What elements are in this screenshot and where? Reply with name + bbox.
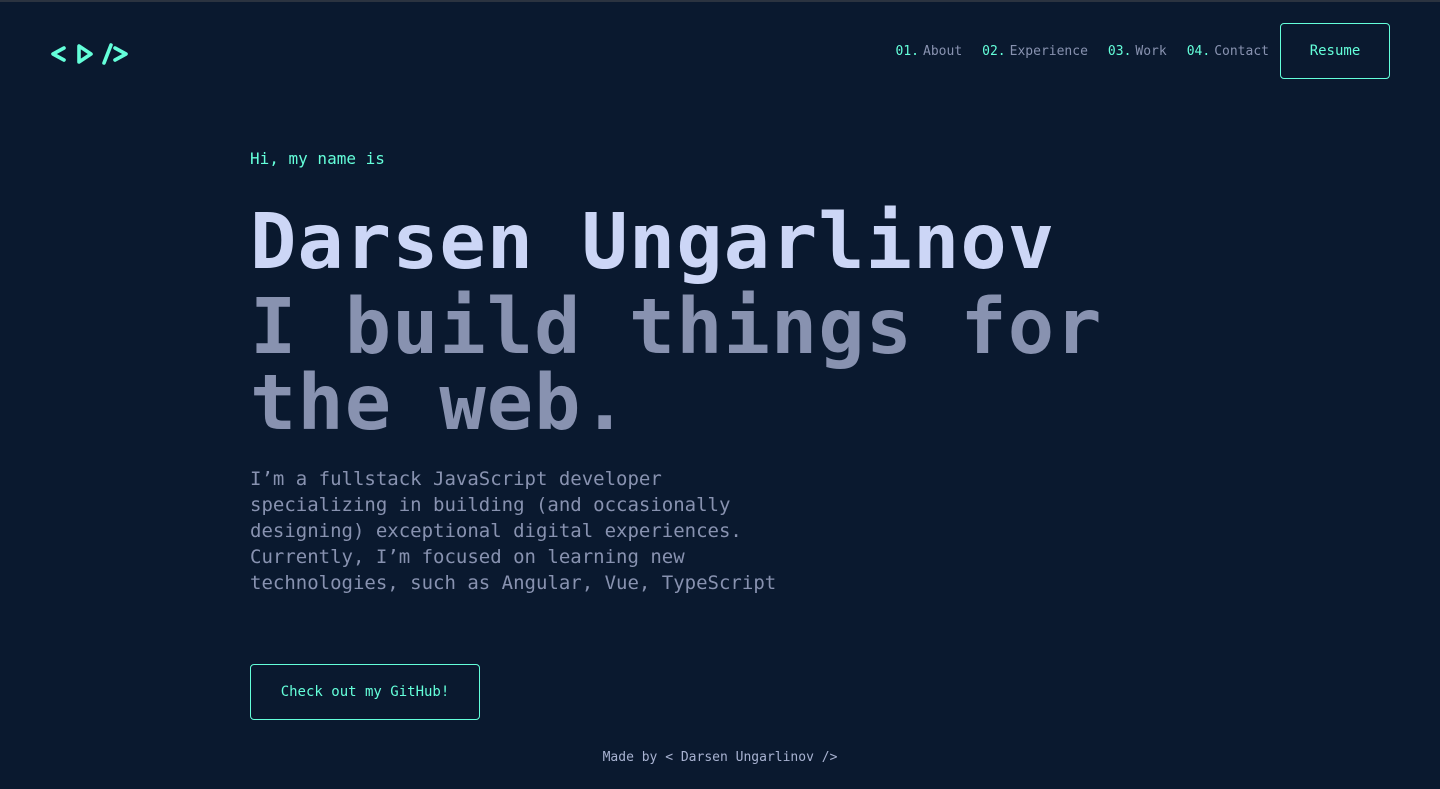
nav-link-experience[interactable]: 02. Experience xyxy=(982,44,1088,59)
resume-button[interactable]: Resume xyxy=(1280,23,1390,79)
nav-label: About xyxy=(923,43,963,59)
code-brackets-logo-icon xyxy=(51,43,128,65)
nav-label: Work xyxy=(1135,43,1167,59)
hero-section: Hi, my name is Darsen Ungarlinov I build… xyxy=(250,148,1210,596)
hero-greeting: Hi, my name is xyxy=(250,149,385,168)
window-top-border xyxy=(0,0,1440,2)
nav-link-about[interactable]: 01. About xyxy=(896,44,963,59)
nav-label: Experience xyxy=(1009,43,1088,59)
github-button[interactable]: Check out my GitHub! xyxy=(250,664,480,720)
hero-name: Darsen Ungarlinov xyxy=(250,198,1056,287)
nav-link-contact[interactable]: 04. Contact xyxy=(1187,44,1269,59)
hero-bio: I’m a fullstack JavaScript developer spe… xyxy=(250,468,777,594)
nav-number: 04. xyxy=(1186,43,1211,59)
hero-tagline: I build things for the web. xyxy=(250,283,1103,448)
nav-number: 02. xyxy=(982,43,1006,59)
nav-number: 03. xyxy=(1107,43,1132,59)
footer-credit: Made by < Darsen Ungarlinov /> xyxy=(602,750,838,765)
nav-link-work[interactable]: 03. Work xyxy=(1108,44,1167,59)
main-nav: 01. About 02. Experience 03. Work 04. Co… xyxy=(896,23,1390,79)
nav-label: Contact xyxy=(1214,43,1269,59)
nav-number: 01. xyxy=(895,43,920,59)
site-logo[interactable] xyxy=(50,38,130,70)
